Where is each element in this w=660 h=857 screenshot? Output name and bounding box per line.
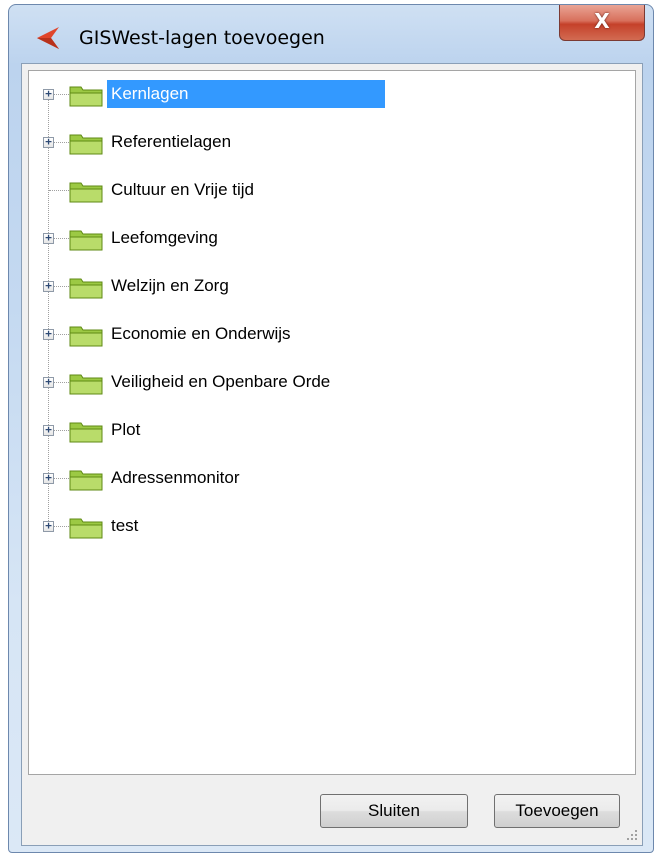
window-title: GISWest-lagen toevoegen <box>79 27 325 49</box>
expand-icon[interactable]: + <box>43 424 54 436</box>
tree-node[interactable]: + Leefomgeving <box>29 222 629 254</box>
sluiten-button[interactable]: Sluiten <box>320 794 468 828</box>
folder-icon <box>69 470 103 491</box>
giswest-logo-icon <box>37 27 59 49</box>
tree-node[interactable]: + Plot <box>29 414 629 446</box>
tree-node[interactable]: + Adressenmonitor <box>29 462 629 494</box>
title-bar[interactable]: GISWest-lagen toevoegen X <box>9 5 653 63</box>
expand-icon[interactable]: + <box>43 232 54 244</box>
close-icon: X <box>594 9 610 33</box>
folder-icon <box>69 422 103 443</box>
tree-node-label[interactable]: Referentielagen <box>107 128 235 156</box>
tree-node-label[interactable]: Cultuur en Vrije tijd <box>107 176 258 204</box>
tree-node[interactable]: + Kernlagen <box>29 78 629 110</box>
expand-icon[interactable]: + <box>43 328 54 340</box>
expand-icon[interactable]: + <box>43 280 54 292</box>
expand-icon[interactable]: + <box>43 520 54 532</box>
tree-node-label[interactable]: Kernlagen <box>107 80 385 108</box>
toevoegen-button[interactable]: Toevoegen <box>494 794 620 828</box>
expand-icon[interactable]: + <box>43 88 54 100</box>
layer-tree[interactable]: + Kernlagen + Referentielagen Cultuur en… <box>28 70 636 775</box>
tree-node-label[interactable]: Veiligheid en Openbare Orde <box>107 368 334 396</box>
folder-icon <box>69 86 103 107</box>
folder-icon <box>69 278 103 299</box>
tree-node[interactable]: Cultuur en Vrije tijd <box>29 174 629 206</box>
tree-node[interactable]: + Veiligheid en Openbare Orde <box>29 366 629 398</box>
dialog-window: GISWest-lagen toevoegen X + Kernlagen + … <box>8 4 654 853</box>
close-window-button[interactable]: X <box>559 5 645 41</box>
folder-icon <box>69 134 103 155</box>
tree-node[interactable]: + Referentielagen <box>29 126 629 158</box>
folder-icon <box>69 374 103 395</box>
folder-icon <box>69 230 103 251</box>
resize-grip-icon[interactable] <box>626 829 638 841</box>
expand-icon[interactable]: + <box>43 472 54 484</box>
tree-node-label[interactable]: Welzijn en Zorg <box>107 272 233 300</box>
tree-node[interactable]: + Welzijn en Zorg <box>29 270 629 302</box>
tree-node[interactable]: + Economie en Onderwijs <box>29 318 629 350</box>
tree-node-label[interactable]: test <box>107 512 142 540</box>
tree-node[interactable]: + test <box>29 510 629 542</box>
tree-node-label[interactable]: Adressenmonitor <box>107 464 244 492</box>
tree-node-label[interactable]: Economie en Onderwijs <box>107 320 295 348</box>
folder-icon <box>69 518 103 539</box>
tree-node-label[interactable]: Leefomgeving <box>107 224 222 252</box>
tree-node-label[interactable]: Plot <box>107 416 144 444</box>
expand-icon[interactable]: + <box>43 376 54 388</box>
expand-icon[interactable]: + <box>43 136 54 148</box>
folder-icon <box>69 182 103 203</box>
folder-icon <box>69 326 103 347</box>
dialog-content: + Kernlagen + Referentielagen Cultuur en… <box>21 63 643 846</box>
